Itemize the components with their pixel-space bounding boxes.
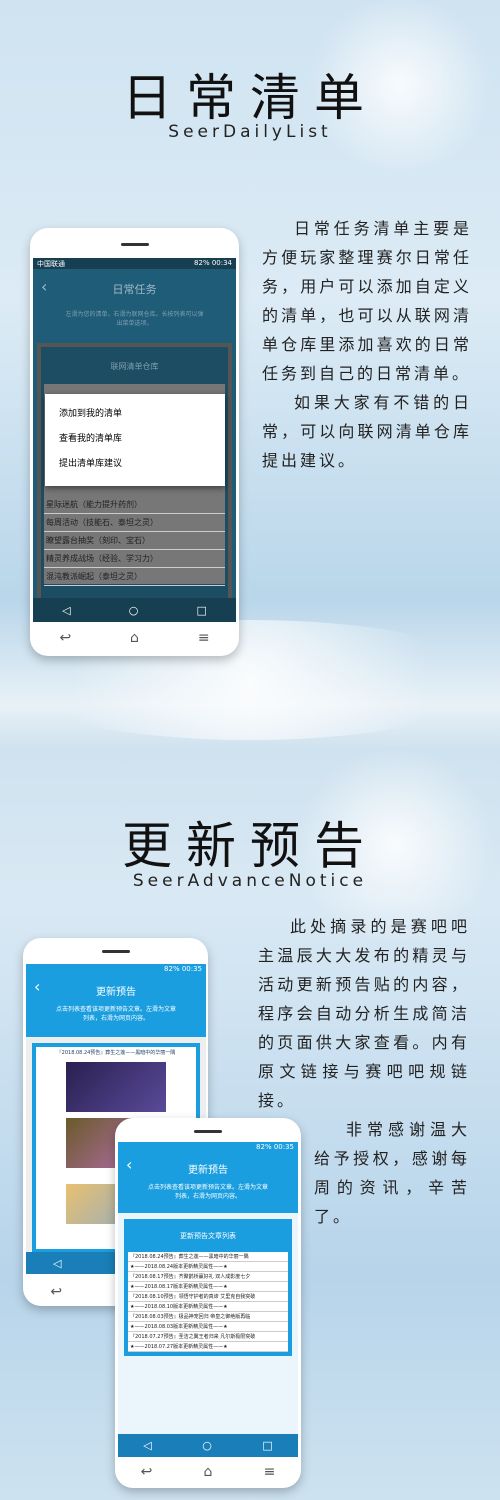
list-item[interactable]: 『2018.07.27预告』圣洁之翼王者归来 凡尔斯极限突破 [128, 1332, 288, 1342]
header-hint: 左滑为您的清单，右滑为联网仓库。长按列表可以弹出菜单选项。 [65, 311, 204, 327]
list-item[interactable]: ★——2018.08.10版本更新精灵属性——★ [128, 1302, 288, 1312]
section1-subtitle: SeerDailyList [168, 122, 332, 142]
app-header: ‹ 更新预告 点击列表查看该项更新预告文章。左滑为文章列表，右滑为网页内容。 [118, 1153, 298, 1213]
section1-description: 日常任务清单主要是方便玩家整理赛尔日常任务，用户可以添加自定义的清单，也可以从联… [262, 214, 472, 475]
back-nav-icon[interactable]: ◁ [143, 1439, 151, 1452]
home-nav-icon[interactable]: ○ [202, 1439, 212, 1452]
home-nav-icon[interactable]: ○ [129, 604, 139, 617]
hardware-keys: ↩ ⌂ ≡ [115, 1464, 301, 1480]
header-title: 日常任务 [112, 283, 157, 296]
status-bar: 中国联通 82% 00:34 [33, 258, 236, 269]
phone-speaker [101, 950, 130, 953]
home-key-icon[interactable]: ⌂ [204, 1464, 213, 1480]
header-hint: 点击列表查看该项更新预告文章。左滑为文章列表，右滑为网页内容。 [148, 1184, 269, 1200]
list-item[interactable]: 『2018.08.03预告』极品神宠回归 帝皇之御绝版再临 [128, 1312, 288, 1322]
back-key-icon[interactable]: ↩ [50, 1284, 62, 1300]
app-header: ‹ 日常任务 [33, 269, 236, 309]
back-icon[interactable]: ‹ [126, 1155, 132, 1174]
status-right: 82% 00:35 [256, 1143, 294, 1151]
back-icon[interactable]: ‹ [41, 277, 47, 296]
list-item[interactable]: ★——2018.07.27版本更新精灵属性——★ [128, 1342, 288, 1352]
list-item[interactable]: 星际迷航（能力提升药剂） [44, 496, 225, 514]
hardware-keys: ↩ ⌂ ≡ [30, 630, 239, 646]
recent-nav-icon[interactable]: □ [197, 604, 207, 617]
list-item[interactable]: 混沌教派崛起（泰坦之灵） [44, 568, 225, 586]
list-item[interactable]: 『2018.08.10预告』领悟守护者的真谛 艾里克自我突破 [128, 1292, 288, 1302]
recent-nav-icon[interactable]: □ [262, 1439, 272, 1452]
article-title[interactable]: 『2018.08.24预告』葬生之莲——黑暗中的华丽一隅 [38, 1049, 194, 1056]
carrier: 中国联通 [37, 260, 65, 268]
section2-subtitle: SeerAdvanceNotice [132, 871, 368, 891]
header-hint: 点击列表查看该项更新预告文章。左滑为文章列表，右滑为网页内容。 [56, 1006, 177, 1022]
back-key-icon[interactable]: ↩ [141, 1464, 153, 1480]
list-item[interactable]: 精灵养成战场（经验、学习力） [44, 550, 225, 568]
back-icon[interactable]: ‹ [34, 977, 40, 996]
status-bar: 82% 00:35 [118, 1142, 298, 1153]
paragraph: 非常感谢温大给予授权，感谢每周的资讯，辛苦了。 [314, 1120, 470, 1226]
article-image [66, 1062, 166, 1112]
list-item[interactable]: 『2018.08.17预告』齐聚鹊桥赢好礼 双人成影度七夕 [128, 1272, 288, 1282]
article-list: 『2018.08.24预告』葬生之莲——黑暗中的华丽一隅 ★——2018.08.2… [128, 1252, 288, 1352]
paragraph: 此处摘录的是赛吧吧主温辰大大发布的精灵与活动更新预告贴的内容，程序会自动分析生成… [258, 917, 470, 1110]
phone-speaker [120, 243, 149, 246]
back-nav-icon[interactable]: ◁ [53, 1257, 61, 1270]
list-item[interactable]: ★——2018.08.24版本更新精灵属性——★ [128, 1262, 288, 1272]
phone-screen: 82% 00:35 ‹ 更新预告 点击列表查看该项更新预告文章。左滑为文章列表，… [118, 1142, 298, 1457]
panel-title: 更新预告文章列表 [180, 1232, 236, 1240]
list-item[interactable]: 瞭望露台抽奖（刻印、宝石） [44, 532, 225, 550]
nav-bar: ◁ ○ □ [33, 598, 236, 622]
list-item[interactable]: 每周活动（技能石、泰坦之灵） [44, 514, 225, 532]
paragraph: 日常任务清单主要是方便玩家整理赛尔日常任务，用户可以添加自定义的清单，也可以从联… [262, 219, 472, 383]
phone-speaker [194, 1130, 222, 1133]
nav-bar: ◁ ○ □ [118, 1434, 298, 1457]
status-bar: 82% 00:35 [26, 964, 206, 975]
phone-notice-front: 82% 00:35 ‹ 更新预告 点击列表查看该项更新预告文章。左滑为文章列表，… [115, 1118, 301, 1488]
status-right: 82% 00:34 [194, 259, 232, 267]
app-header: ‹ 更新预告 点击列表查看该项更新预告文章。左滑为文章列表，右滑为网页内容。 [26, 975, 206, 1037]
context-menu: 添加到我的清单 查看我的清单库 提出清单库建议 [45, 394, 225, 486]
menu-key-icon[interactable]: ≡ [198, 630, 210, 646]
paragraph: 如果大家有不错的日常，可以向联网清单仓库提出建议。 [262, 393, 472, 470]
article-list-panel: 更新预告文章列表 『2018.08.24预告』葬生之莲——黑暗中的华丽一隅 ★——… [124, 1219, 292, 1356]
menu-item-view[interactable]: 查看我的清单库 [45, 425, 225, 450]
back-nav-icon[interactable]: ◁ [62, 604, 70, 617]
back-key-icon[interactable]: ↩ [59, 630, 71, 646]
phone-screen: 中国联通 82% 00:34 ‹ 日常任务 左滑为您的清单，右滑为联网仓库。长按列… [33, 258, 236, 622]
status-right: 82% 00:35 [164, 965, 202, 973]
menu-item-add[interactable]: 添加到我的清单 [45, 400, 225, 425]
list-item[interactable]: ★——2018.08.17版本更新精灵属性——★ [128, 1282, 288, 1292]
menu-item-suggest[interactable]: 提出清单库建议 [45, 450, 225, 475]
section2-title: 更新预告 [122, 817, 378, 875]
phone-daily-list: 中国联通 82% 00:34 ‹ 日常任务 左滑为您的清单，右滑为联网仓库。长按列… [30, 228, 239, 656]
panel-title: 联网清单仓库 [110, 362, 159, 371]
header-title: 更新预告 [188, 1165, 228, 1176]
header-title: 更新预告 [96, 987, 136, 998]
list-item[interactable]: ★——2018.08.03版本更新精灵属性——★ [128, 1322, 288, 1332]
list-item[interactable]: 『2018.08.24预告』葬生之莲——黑暗中的华丽一隅 [128, 1252, 288, 1262]
home-key-icon[interactable]: ⌂ [130, 630, 139, 646]
section1-title: 日常清单 [122, 69, 378, 127]
menu-key-icon[interactable]: ≡ [264, 1464, 276, 1480]
